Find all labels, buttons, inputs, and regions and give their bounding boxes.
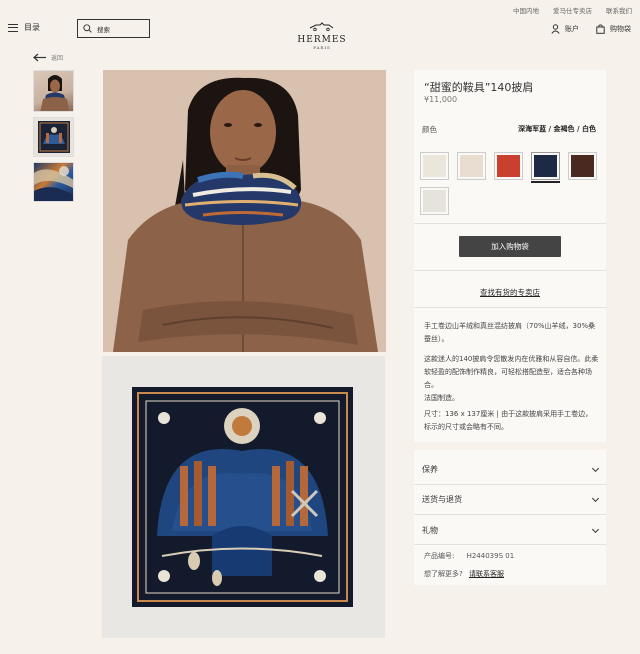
accordion-care[interactable]: 保养 [422,464,600,475]
top-links: 中国内地 爱马仕专卖店 联系我们 [513,5,632,15]
menu-label: 目录 [24,23,40,32]
color-swatch-6[interactable] [420,187,449,215]
logo-subtext: PARIS [313,45,331,50]
divider [414,514,606,515]
brand-logo[interactable]: HERMES PARIS [294,16,350,50]
back-label: 返回 [51,55,64,62]
user-icon [551,24,560,34]
description-body: 这款迷人的140披肩令您散发内在优雅和从容自信。此柔软轻盈的配饰制作精良，可轻松… [424,355,599,389]
color-swatch-5[interactable] [568,152,597,180]
product-price: ¥11,000 [424,95,458,104]
menu-button[interactable]: 目录 [8,22,40,33]
product-photo-model [103,70,386,352]
selected-color-name: 深海军蓝 / 金褐色 / 白色 [518,125,596,133]
color-label: 颜色 [422,125,437,134]
product-number: 产品编号: H244039S 01 [424,551,514,561]
product-info-panel: “甜蜜的鞍具”140披肩 ¥11,000 颜色 深海军蓝 / 金褐色 / 白色 … [414,70,606,442]
chevron-down-icon [591,525,600,533]
swatch-fill [460,155,483,177]
account-button[interactable]: 账户 [551,24,579,34]
description-size: 尺寸：136 x 137厘米 | 由于这款披肩采用手工卷边，标示的尺寸或会略有不… [424,410,593,431]
swatch-fill [534,155,557,177]
color-swatch-1[interactable] [420,152,449,180]
product-title: “甜蜜的鞍具”140披肩 [424,81,534,94]
help-line: 想了解更多? 请联系客服 [424,569,504,579]
swatch-fill [571,155,594,177]
back-link[interactable]: 返回 [33,53,63,62]
accordion-shipping-label: 送货与退货 [422,495,462,504]
top-link-contact[interactable]: 联系我们 [606,5,632,15]
chevron-down-icon [591,464,600,472]
search-placeholder: 搜索 [97,25,110,34]
thumbnail-detail[interactable] [33,162,74,202]
logo-text: HERMES [297,35,347,45]
product-photo-scarf [102,356,385,638]
description-origin: 法国制造。 [424,394,459,402]
carriage-logo-icon [309,22,334,32]
description-material: 手工卷边山羊绒和真丝混纺披肩（70%山羊绒，30%桑蚕丝）。 [424,322,596,343]
divider [414,270,606,271]
divider [414,544,606,545]
accordion-gift[interactable]: 礼物 [422,525,600,536]
account-label: 账户 [565,25,579,33]
top-link-stores[interactable]: 爱马仕专卖店 [553,5,592,15]
add-to-cart-button[interactable]: 加入购物袋 [459,236,561,257]
thumbnail-scarf[interactable] [33,117,74,157]
search-input[interactable]: 搜索 [77,19,150,38]
search-icon [83,24,92,33]
accordion-care-label: 保养 [422,465,438,474]
color-swatch-3[interactable] [494,152,523,180]
accordion-shipping[interactable]: 送货与退货 [422,494,600,505]
thumbnail-model[interactable] [33,70,74,112]
accordion-gift-label: 礼物 [422,526,438,535]
details-accordion: 保养 送货与退货 礼物 产品编号: H244039S 01 想了解更多? 请联系… [414,450,606,585]
color-swatch-4-selected[interactable] [531,152,560,183]
find-store-link[interactable]: 查找有货的专卖店 [414,287,606,298]
divider [414,223,606,224]
hamburger-icon [8,23,18,32]
thumbnail-model-image [40,75,70,111]
help-question: 想了解更多? [424,570,463,578]
top-link-region[interactable]: 中国内地 [513,5,539,15]
bag-label: 购物袋 [610,25,631,33]
contact-service-link[interactable]: 请联系客服 [469,570,504,578]
thumbnail-detail-image [34,166,73,201]
product-number-value: H244039S 01 [466,552,515,560]
swatch-fill [423,155,446,177]
thumbnail-scarf-image [37,121,70,153]
shopping-bag-icon [596,24,605,34]
swatch-fill [423,190,446,212]
arrow-left-icon [33,53,46,62]
bag-button[interactable]: 购物袋 [596,24,631,34]
swatch-fill [497,155,520,177]
color-swatch-2[interactable] [457,152,486,180]
divider [414,484,606,485]
product-number-label: 产品编号: [424,552,455,560]
chevron-down-icon [591,494,600,502]
divider [414,307,606,308]
